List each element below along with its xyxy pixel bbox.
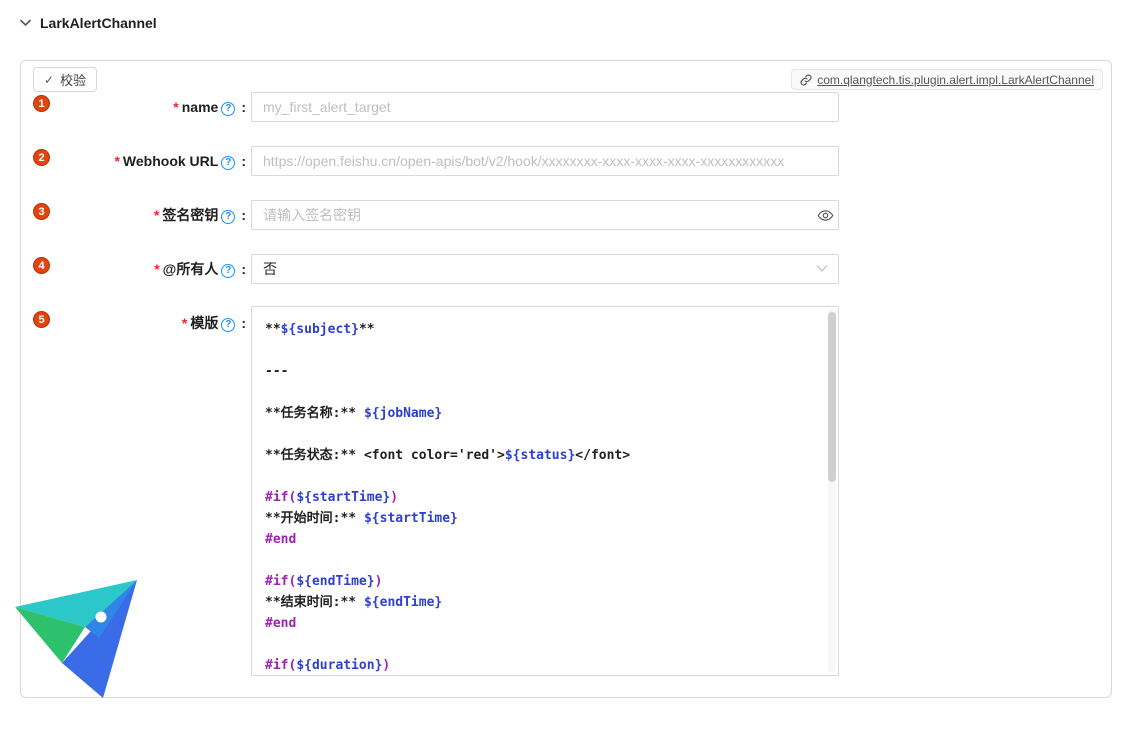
label-colon: : (241, 261, 246, 277)
required-mark: * (154, 207, 159, 223)
chevron-down-icon (816, 264, 828, 273)
at-all-select[interactable]: 否 (251, 254, 839, 284)
name-input[interactable] (251, 92, 839, 122)
required-mark: * (173, 99, 178, 115)
required-mark: * (182, 315, 187, 331)
field-label-template: *模版?: (21, 313, 246, 333)
help-icon[interactable]: ? (221, 264, 235, 278)
help-icon[interactable]: ? (221, 156, 235, 170)
required-mark: * (154, 261, 159, 277)
validate-button[interactable]: ✓ 校验 (33, 67, 97, 92)
label-colon: : (241, 315, 246, 331)
help-icon[interactable]: ? (221, 318, 235, 332)
validate-button-label: 校验 (60, 70, 86, 89)
label-colon: : (241, 153, 246, 169)
plugin-class-text: com.qlangtech.tis.plugin.alert.impl.Lark… (817, 73, 1094, 87)
field-label-sign-secret: *签名密钥?: (21, 205, 246, 225)
required-mark: * (114, 153, 119, 169)
select-value: 否 (263, 259, 277, 279)
field-label-text: name (182, 99, 219, 115)
section-title: LarkAlertChannel (40, 15, 157, 31)
field-label-text: 模版 (190, 315, 218, 331)
label-colon: : (241, 99, 246, 115)
plugin-class-link[interactable]: com.qlangtech.tis.plugin.alert.impl.Lark… (791, 69, 1103, 90)
plugin-form-panel: ✓ 校验 com.qlangtech.tis.plugin.alert.impl… (20, 60, 1112, 698)
sign-secret-input[interactable] (251, 200, 839, 230)
section-header[interactable]: LarkAlertChannel (20, 12, 157, 34)
field-label-text: @所有人 (163, 261, 219, 277)
link-icon (800, 74, 812, 86)
eye-icon (817, 207, 834, 224)
code-scrollbar-thumb[interactable] (828, 312, 836, 482)
template-code-content: **${subject}** --- **任务名称:** ${jobName} … (265, 319, 820, 676)
chevron-down-icon[interactable] (20, 19, 31, 27)
field-label-text: 签名密钥 (162, 207, 218, 223)
help-icon[interactable]: ? (221, 102, 235, 116)
field-label-webhook-url: *Webhook URL?: (21, 151, 246, 171)
password-visibility-toggle[interactable] (815, 205, 835, 225)
field-label-at-all: *@所有人?: (21, 259, 246, 279)
lark-logo-icon (13, 576, 143, 701)
check-icon: ✓ (44, 73, 54, 87)
field-label-name: *name?: (21, 97, 246, 117)
webhook-url-input[interactable] (251, 146, 839, 176)
label-colon: : (241, 207, 246, 223)
field-label-text: Webhook URL (123, 153, 218, 169)
help-icon[interactable]: ? (221, 210, 235, 224)
template-code-editor[interactable]: **${subject}** --- **任务名称:** ${jobName} … (251, 306, 839, 676)
